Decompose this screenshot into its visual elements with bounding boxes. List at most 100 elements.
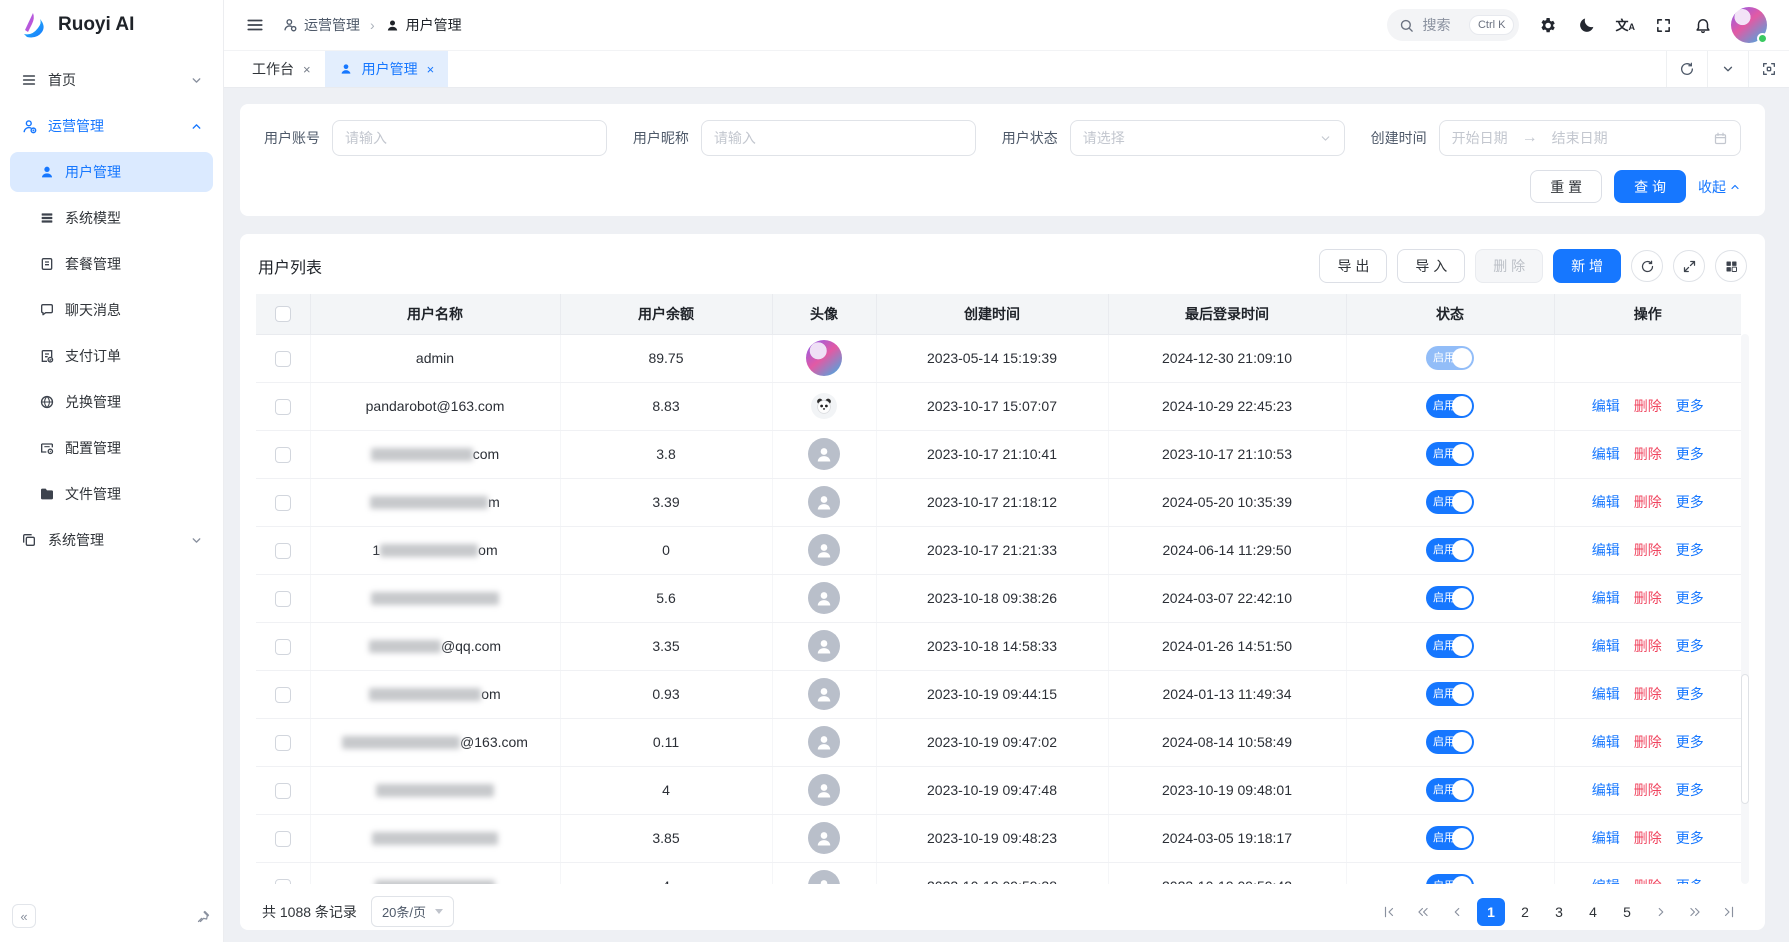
delete-link[interactable]: 删除 xyxy=(1634,590,1662,606)
status-toggle[interactable]: 启用 xyxy=(1426,778,1474,802)
notifications-bell-icon[interactable] xyxy=(1691,13,1715,37)
dark-mode-moon-icon[interactable] xyxy=(1575,13,1599,37)
row-checkbox[interactable] xyxy=(275,639,291,655)
more-link[interactable]: 更多 xyxy=(1676,686,1704,702)
refresh-icon[interactable] xyxy=(1666,51,1707,87)
delete-link[interactable]: 删除 xyxy=(1634,494,1662,510)
edit-link[interactable]: 编辑 xyxy=(1592,734,1620,750)
next-page-button[interactable] xyxy=(1647,898,1675,926)
more-link[interactable]: 更多 xyxy=(1676,830,1704,846)
account-input[interactable] xyxy=(345,130,594,146)
date-range-picker[interactable]: 开始日期 → 结束日期 xyxy=(1439,120,1741,156)
import-button[interactable]: 导 入 xyxy=(1397,249,1465,283)
fullscreen-icon[interactable] xyxy=(1651,13,1675,37)
edit-link[interactable]: 编辑 xyxy=(1592,878,1620,884)
row-checkbox[interactable] xyxy=(275,591,291,607)
status-toggle[interactable]: 启用 xyxy=(1426,586,1474,610)
sidebar-item-system-management[interactable]: 系统管理 xyxy=(10,520,213,560)
page-1-button[interactable]: 1 xyxy=(1477,898,1505,926)
edit-link[interactable]: 编辑 xyxy=(1592,830,1620,846)
status-toggle[interactable]: 启用 xyxy=(1426,442,1474,466)
sidebar-item-home[interactable]: 首页 xyxy=(10,60,213,100)
more-link[interactable]: 更多 xyxy=(1676,494,1704,510)
edit-link[interactable]: 编辑 xyxy=(1592,686,1620,702)
page-5-button[interactable]: 5 xyxy=(1613,898,1641,926)
page-3-button[interactable]: 3 xyxy=(1545,898,1573,926)
row-checkbox[interactable] xyxy=(275,831,291,847)
edit-link[interactable]: 编辑 xyxy=(1592,398,1620,414)
select-all-checkbox[interactable] xyxy=(275,306,291,322)
row-checkbox[interactable] xyxy=(275,447,291,463)
status-toggle[interactable]: 启用 xyxy=(1426,730,1474,754)
export-button[interactable]: 导 出 xyxy=(1319,249,1387,283)
more-link[interactable]: 更多 xyxy=(1676,782,1704,798)
reset-button[interactable]: 重 置 xyxy=(1530,170,1602,203)
global-search[interactable]: 搜索 Ctrl K xyxy=(1387,9,1519,41)
sidebar-item-system-models[interactable]: 系统模型 xyxy=(10,198,213,238)
more-link[interactable]: 更多 xyxy=(1676,590,1704,606)
delete-link[interactable]: 删除 xyxy=(1634,638,1662,654)
row-checkbox[interactable] xyxy=(275,783,291,799)
first-page-button[interactable] xyxy=(1375,898,1403,926)
status-toggle[interactable]: 启用 xyxy=(1426,394,1474,418)
more-link[interactable]: 更多 xyxy=(1676,734,1704,750)
table-scrollbar[interactable] xyxy=(1741,334,1749,884)
status-toggle[interactable]: 启用 xyxy=(1426,490,1474,514)
focus-mode-icon[interactable] xyxy=(1748,51,1789,87)
prev-group-button[interactable] xyxy=(1409,898,1437,926)
chevron-down-icon[interactable] xyxy=(1707,51,1748,87)
edit-link[interactable]: 编辑 xyxy=(1592,494,1620,510)
pin-icon[interactable] xyxy=(196,909,211,924)
delete-link[interactable]: 删除 xyxy=(1634,878,1662,884)
row-checkbox[interactable] xyxy=(275,735,291,751)
tab-workbench[interactable]: 工作台 × xyxy=(238,51,325,87)
status-toggle[interactable]: 启用 xyxy=(1426,874,1474,884)
language-translate-icon[interactable]: 文A xyxy=(1615,19,1635,32)
row-checkbox[interactable] xyxy=(275,351,291,367)
row-checkbox[interactable] xyxy=(275,495,291,511)
breadcrumb-item-user-management[interactable]: 用户管理 xyxy=(385,15,462,35)
delete-link[interactable]: 删除 xyxy=(1634,734,1662,750)
sidebar-item-config-management[interactable]: 配置管理 xyxy=(10,428,213,468)
prev-page-button[interactable] xyxy=(1443,898,1471,926)
breadcrumb-item-operations[interactable]: 运营管理 xyxy=(282,15,360,35)
sidebar-item-payment-orders[interactable]: 支付订单 xyxy=(10,336,213,376)
sidebar-item-redeem-management[interactable]: 兑换管理 xyxy=(10,382,213,422)
edit-link[interactable]: 编辑 xyxy=(1592,542,1620,558)
more-link[interactable]: 更多 xyxy=(1676,542,1704,558)
scrollbar-thumb[interactable] xyxy=(1741,674,1749,804)
more-link[interactable]: 更多 xyxy=(1676,878,1704,884)
last-page-button[interactable] xyxy=(1715,898,1743,926)
tab-user-management[interactable]: 用户管理 × xyxy=(325,51,449,87)
sidebar-item-file-management[interactable]: 文件管理 xyxy=(10,474,213,514)
column-settings-icon[interactable] xyxy=(1715,250,1747,282)
delete-link[interactable]: 删除 xyxy=(1634,398,1662,414)
page-size-select[interactable]: 20条/页 xyxy=(371,896,454,927)
status-toggle[interactable]: 启用 xyxy=(1426,346,1474,370)
row-checkbox[interactable] xyxy=(275,399,291,415)
delete-link[interactable]: 删除 xyxy=(1634,830,1662,846)
more-link[interactable]: 更多 xyxy=(1676,638,1704,654)
status-toggle[interactable]: 启用 xyxy=(1426,826,1474,850)
sidebar-item-chat-messages[interactable]: 聊天消息 xyxy=(10,290,213,330)
page-4-button[interactable]: 4 xyxy=(1579,898,1607,926)
sidebar-item-user-management[interactable]: 用户管理 xyxy=(10,152,213,192)
sidebar-collapse-button[interactable]: « xyxy=(12,904,36,928)
status-toggle[interactable]: 启用 xyxy=(1426,634,1474,658)
status-select[interactable]: 请选择 xyxy=(1070,120,1345,156)
status-toggle[interactable]: 启用 xyxy=(1426,538,1474,562)
delete-link[interactable]: 删除 xyxy=(1634,686,1662,702)
page-2-button[interactable]: 2 xyxy=(1511,898,1539,926)
edit-link[interactable]: 编辑 xyxy=(1592,782,1620,798)
sidebar-item-operations[interactable]: 运营管理 xyxy=(10,106,213,146)
next-group-button[interactable] xyxy=(1681,898,1709,926)
edit-link[interactable]: 编辑 xyxy=(1592,590,1620,606)
delete-link[interactable]: 删除 xyxy=(1634,782,1662,798)
close-icon[interactable]: × xyxy=(303,63,311,76)
expand-table-icon[interactable] xyxy=(1673,250,1705,282)
delete-link[interactable]: 删除 xyxy=(1634,446,1662,462)
search-button[interactable]: 查 询 xyxy=(1614,170,1686,203)
user-avatar[interactable] xyxy=(1731,7,1767,43)
delete-button[interactable]: 删 除 xyxy=(1475,249,1543,283)
add-button[interactable]: 新 增 xyxy=(1553,249,1621,283)
